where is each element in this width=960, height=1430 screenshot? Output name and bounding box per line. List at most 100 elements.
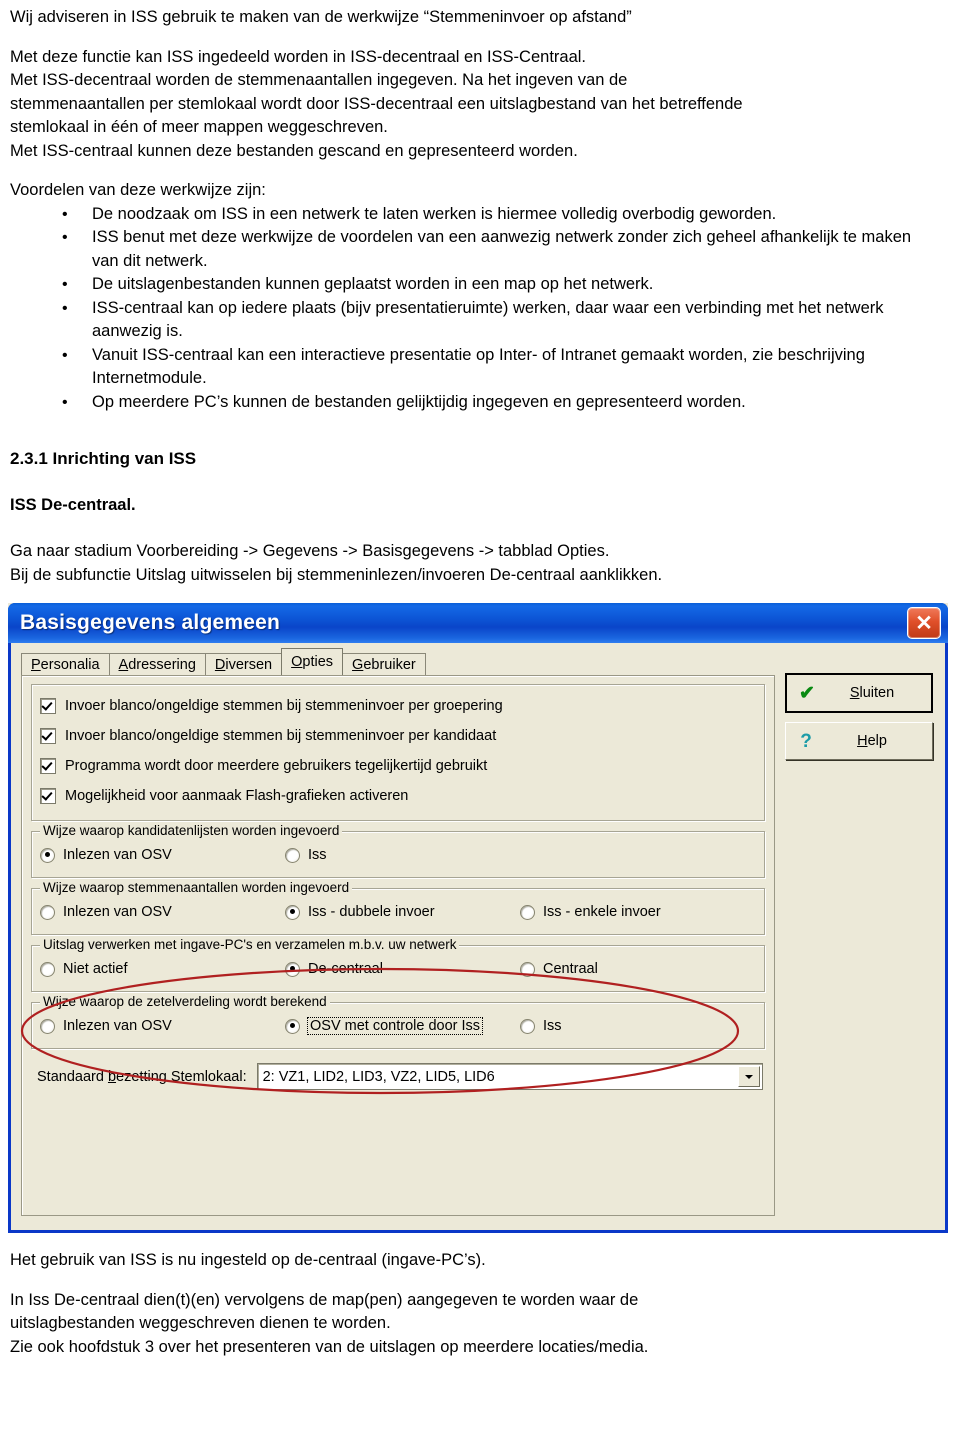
group-kandidatenlijsten: Wijze waarop kandidatenlijsten worden in… (31, 823, 765, 878)
standaard-bezetting-label: Standaard bezetting Stemlokaal: (37, 1068, 247, 1085)
radio-zetel-iss[interactable]: Iss (520, 1018, 562, 1034)
bullet-icon: • (62, 299, 68, 317)
radio-icon[interactable] (285, 847, 300, 863)
tab-label: pties (302, 654, 334, 670)
checkbox-row-meerdere-gebruikers[interactable]: Programma wordt door meerdere gebruikers… (40, 751, 756, 781)
list-item: • ISS benut met deze werkwijze de voorde… (10, 226, 938, 273)
footer-line-4: Zie ook hoofdstuk 3 over het presenteren… (10, 1337, 649, 1356)
paragraph-line-3: stemmenaantallen per stemlokaal wordt do… (10, 94, 743, 113)
tab-label: ebruiker (363, 657, 416, 673)
intro-heading: Wij adviseren in ISS gebruik te maken va… (10, 8, 632, 26)
radio-uitslag-de-centraal[interactable]: De-centraal (285, 961, 520, 977)
checkbox-icon[interactable] (40, 698, 56, 714)
document-body: Wij adviseren in ISS gebruik te maken va… (0, 0, 960, 603)
checkbox-row-flash-grafieken[interactable]: Mogelijkheid voor aanmaak Flash-grafieke… (40, 781, 756, 811)
dialog-action-buttons: ✔ Sluiten ? Help (785, 673, 933, 769)
tab-label: ersonalia (40, 657, 100, 673)
sluiten-button[interactable]: ✔ Sluiten (785, 673, 933, 713)
paragraph-line-2: Met ISS-decentraal worden de stemmenaant… (10, 71, 628, 89)
radio-uitslag-centraal[interactable]: Centraal (520, 961, 598, 977)
radio-label: Inlezen van OSV (63, 1018, 172, 1034)
tab-gebruiker[interactable]: Gebruiker (342, 653, 426, 677)
radio-icon[interactable] (520, 961, 535, 977)
radio-label: Iss (308, 847, 327, 863)
checkbox-row-kandidaat[interactable]: Invoer blanco/ongeldige stemmen bij stem… (40, 721, 756, 751)
radio-icon[interactable] (40, 904, 55, 920)
close-icon[interactable]: ✕ (907, 607, 941, 639)
radio-icon[interactable] (40, 961, 55, 977)
tab-label: dressering (128, 657, 196, 673)
radio-zetel-osv-met-controle[interactable]: OSV met controle door Iss (285, 1017, 520, 1035)
tab-opties[interactable]: Opties (281, 648, 344, 675)
paragraph-line-5: Met ISS-centraal kunnen deze bestanden g… (10, 141, 578, 160)
tab-diversen[interactable]: Diversen (204, 653, 283, 677)
tab-accel: O (291, 654, 303, 670)
radio-kandidaten-iss[interactable]: Iss (285, 847, 327, 863)
checkbox-label: Invoer blanco/ongeldige stemmen bij stem… (65, 728, 497, 744)
radio-stemmen-inlezen-osv[interactable]: Inlezen van OSV (40, 904, 285, 920)
help-button[interactable]: ? Help (785, 722, 933, 760)
radio-icon[interactable] (285, 961, 300, 977)
standaard-bezetting-combobox[interactable]: 2: VZ1, LID2, LID3, VZ2, LID5, LID6 (256, 1063, 763, 1090)
dialog-client-area: Personalia Adressering Diversen Opties G… (11, 643, 945, 1230)
radio-stemmen-iss-enkele-invoer[interactable]: Iss - enkele invoer (520, 904, 661, 920)
radio-icon[interactable] (285, 904, 300, 920)
radio-label: Inlezen van OSV (63, 904, 172, 920)
list-item: • ISS-centraal kan op iedere plaats (bij… (10, 297, 938, 344)
list-item: • Vanuit ISS-centraal kan een interactie… (10, 344, 938, 391)
radio-label: Centraal (543, 961, 598, 977)
radio-label: Iss - enkele invoer (543, 904, 661, 920)
footer-line-3: uitslagbestanden weggeschreven dienen te… (10, 1314, 391, 1332)
tab-personalia[interactable]: Personalia (21, 653, 110, 677)
group-stemmenaantallen: Wijze waarop stemmenaantallen worden ing… (31, 880, 765, 935)
bullet-icon: • (62, 346, 68, 364)
question-mark-icon: ? (800, 730, 812, 752)
instruction-line-1: Ga naar stadium Voorbereiding -> Gegeven… (10, 542, 610, 560)
checkbox-group: Invoer blanco/ongeldige stemmen bij stem… (31, 684, 765, 821)
radio-icon[interactable] (520, 904, 535, 920)
radio-icon[interactable] (520, 1018, 535, 1034)
checkmark-icon: ✔ (799, 682, 815, 704)
list-item-label: De noodzaak om ISS in een netwerk te lat… (92, 204, 777, 223)
checkbox-label: Mogelijkheid voor aanmaak Flash-grafieke… (65, 788, 409, 804)
radio-row: Niet actief De-centraal Centraal (40, 956, 756, 982)
standaard-bezetting-row: Standaard bezetting Stemlokaal: 2: VZ1, … (31, 1059, 765, 1092)
checkbox-row-groepering[interactable]: Invoer blanco/ongeldige stemmen bij stem… (40, 691, 756, 721)
radio-row: Inlezen van OSV Iss (40, 842, 756, 868)
radio-stemmen-iss-dubbele-invoer[interactable]: Iss - dubbele invoer (285, 904, 520, 920)
bullet-icon: • (62, 205, 68, 223)
group-legend: Uitslag verwerken met ingave-PC's en ver… (40, 937, 460, 952)
checkbox-label: Programma wordt door meerdere gebruikers… (65, 758, 488, 774)
chevron-down-icon[interactable] (738, 1066, 760, 1087)
paragraph-line-1: Met deze functie kan ISS ingedeeld worde… (10, 47, 587, 66)
tab-accel: G (352, 657, 364, 673)
tab-adressering[interactable]: Adressering (108, 653, 206, 677)
instruction-line-2: Bij de subfunctie Uitslag uitwisselen bi… (10, 565, 663, 584)
dialog-title-bar: Basisgegevens algemeen ✕ (8, 603, 948, 643)
radio-icon[interactable] (40, 847, 55, 863)
list-item-label: Vanuit ISS-centraal kan een interactieve… (92, 345, 865, 388)
radio-icon[interactable] (285, 1018, 300, 1034)
list-item-label: ISS benut met deze werkwijze de voordele… (92, 228, 912, 270)
radio-icon[interactable] (40, 1018, 55, 1034)
checkbox-icon[interactable] (40, 758, 56, 774)
checkbox-icon[interactable] (40, 788, 56, 804)
radio-kandidaten-inlezen-osv[interactable]: Inlezen van OSV (40, 847, 285, 863)
radio-uitslag-niet-actief[interactable]: Niet actief (40, 961, 285, 977)
radio-label: Niet actief (63, 961, 128, 977)
paragraph-line-4: stemlokaal in één of meer mappen weggesc… (10, 118, 388, 136)
advantages-list: • De noodzaak om ISS in een netwerk te l… (10, 203, 938, 415)
advantages-intro: Voordelen van deze werkwijze zijn: (10, 181, 266, 199)
checkbox-icon[interactable] (40, 728, 56, 744)
section-heading: 2.3.1 Inrichting van ISS (10, 449, 197, 468)
tab-strip: Personalia Adressering Diversen Opties G… (21, 648, 426, 677)
radio-zetel-inlezen-osv[interactable]: Inlezen van OSV (40, 1018, 285, 1034)
document-page: Wij adviseren in ISS gebruik te maken va… (0, 0, 960, 1430)
